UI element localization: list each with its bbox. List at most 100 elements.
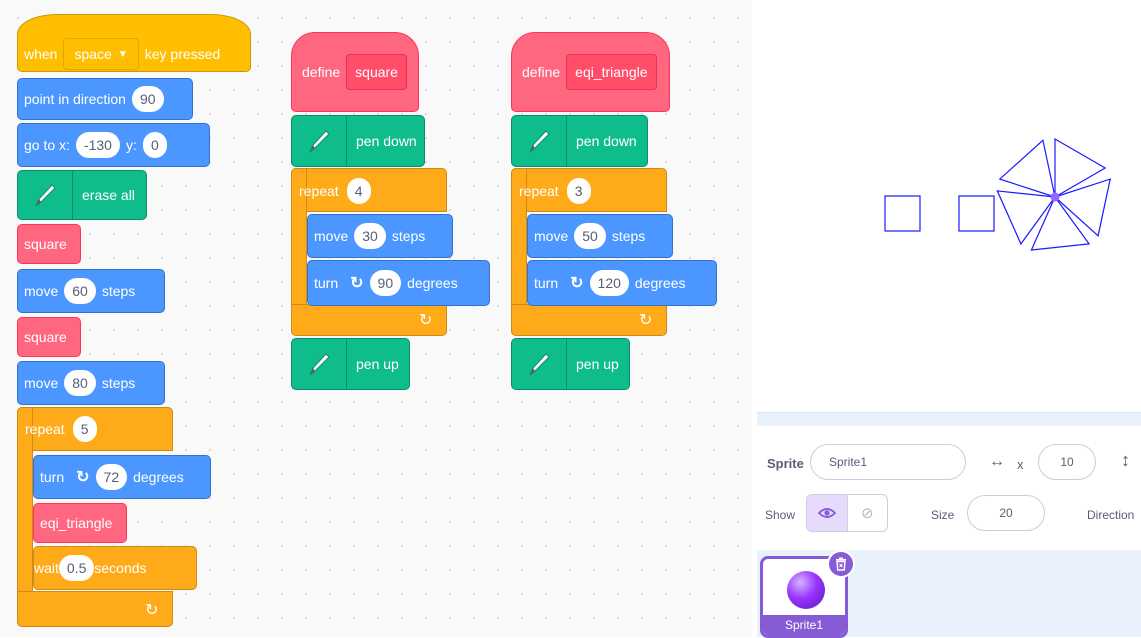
drawn-triangle [998,139,1056,198]
square-call-block-1[interactable]: square [17,224,81,264]
trash-icon [836,557,846,571]
wait-seconds-block[interactable]: wait 0.5 seconds [33,546,197,590]
key-value: space [74,46,112,62]
turn-label: turn [314,275,339,291]
show-hidden-button[interactable]: ⊘ [848,495,888,531]
x-label: x [1017,457,1024,472]
sprite-ball-icon [787,571,825,609]
point-dir-label: point in direction [24,91,126,107]
turn-degrees-input[interactable]: 120 [589,270,629,296]
turn-degrees-input[interactable]: 72 [95,464,128,490]
pen-up-label: pen up [576,356,619,372]
pen-icon [512,116,567,166]
wait-seconds-input[interactable]: 0.5 [58,555,95,581]
pen-down-label: pen down [356,133,417,149]
pen-icon [18,171,73,219]
move-steps-block-1[interactable]: move 60 steps [17,269,165,313]
move-label: move [24,283,59,299]
point-in-direction-block[interactable]: point in direction 90 [17,78,193,120]
stage-divider [757,412,1141,427]
pen-icon [512,339,567,389]
when-label: when [24,46,58,62]
loop-arrow-icon: ↻ [639,312,653,329]
sprite-list-pane: Sprite1 [757,550,1141,638]
show-visible-button[interactable] [807,495,848,531]
define-square-block[interactable]: define square [291,32,419,112]
pen-up-block-triangle[interactable]: pen up [511,338,630,390]
size-input[interactable]: 20 [967,495,1045,531]
drawn-square-1 [884,195,921,232]
code-workspace[interactable]: when space ▼ key pressed point in directi… [0,0,752,637]
go-to-xy-block[interactable]: go to x: -130 y: 0 [17,123,210,167]
x-arrows-icon: ↔ [989,453,1005,470]
eqi-triangle-name-param: eqi_triangle [566,54,657,90]
turn-degrees-input[interactable]: 90 [369,270,402,296]
sprite-name-input[interactable]: Sprite1 [810,444,966,480]
direction-input[interactable]: 90 [131,86,164,112]
when-key-pressed-block[interactable]: when space ▼ key pressed [17,14,251,72]
goto-label: go to x: [24,137,70,153]
wait-label: wait [34,560,59,576]
turn-label: turn [40,469,65,485]
pen-down-block-square[interactable]: pen down [291,115,425,167]
drawn-triangle [1030,195,1091,251]
move-steps-input[interactable]: 30 [354,223,386,249]
move-steps-block-2[interactable]: move 80 steps [17,361,165,405]
erase-all-label: erase all [82,187,135,203]
size-label: Size [931,508,955,522]
move-steps-input[interactable]: 60 [64,278,96,304]
steps-label: steps [611,228,646,244]
pen-up-block-square[interactable]: pen up [291,338,410,390]
steps-label: steps [101,375,136,391]
pen-down-block-triangle[interactable]: pen down [511,115,648,167]
degrees-label: degrees [133,469,184,485]
goto-y-input[interactable]: 0 [142,132,167,158]
move-steps-block-triangle[interactable]: move 50 steps [527,214,673,258]
repeat-label: repeat [299,183,339,199]
rotate-right-icon: ↻ [76,469,90,486]
move-steps-block-square[interactable]: move 30 steps [307,214,453,258]
loop-arrow-icon: ↻ [145,602,159,619]
turn-right-block-main[interactable]: turn ↻ 72 degrees [33,455,211,499]
x-position-input[interactable]: 10 [1038,444,1096,480]
key-pressed-label: key pressed [144,46,221,62]
repeat-count-input[interactable]: 3 [566,178,591,204]
define-label: define [302,64,341,80]
repeat-label: repeat [519,183,559,199]
sprite-on-stage [1050,192,1060,202]
square-name-param: square [346,54,407,90]
delete-sprite-button[interactable] [827,550,855,578]
repeat-count-input[interactable]: 4 [346,178,371,204]
turn-right-block-square[interactable]: turn ↻ 90 degrees [307,260,490,306]
pen-icon [292,339,347,389]
sprite-label: Sprite [767,456,804,471]
repeat-count-input[interactable]: 5 [72,416,97,442]
move-steps-input[interactable]: 50 [574,223,606,249]
x-position-value: 10 [1060,455,1074,469]
sprite-info-panel: Sprite Sprite1 ↔ x 10 ↕ Show ⊘ Size 20 D… [757,426,1141,550]
key-dropdown[interactable]: space ▼ [63,38,139,70]
move-label: move [314,228,349,244]
move-label: move [534,228,569,244]
steps-label: steps [391,228,426,244]
pen-icon [292,116,347,166]
sprite-thumbnail-label-bar: Sprite1 [763,615,845,635]
stage[interactable] [757,0,1141,412]
erase-all-block[interactable]: erase all [17,170,147,220]
direction-label: Direction [1087,508,1135,522]
move-steps-input[interactable]: 80 [64,370,96,396]
eqi-triangle-call-block[interactable]: eqi_triangle [33,503,127,543]
hidden-eye-icon: ⊘ [860,505,874,522]
sprite-name-value: Sprite1 [829,455,868,469]
square-call-block-2[interactable]: square [17,317,81,357]
goto-x-input[interactable]: -130 [75,132,120,158]
eqi-triangle-call-label: eqi_triangle [40,515,113,531]
dropdown-caret-icon: ▼ [117,48,128,60]
turn-right-block-triangle[interactable]: turn ↻ 120 degrees [527,260,717,306]
y-arrows-icon: ↕ [1121,450,1130,470]
define-eqi-triangle-block[interactable]: define eqi_triangle [511,32,670,112]
drawn-square-2 [958,195,995,232]
sprite-thumbnail-name: Sprite1 [784,618,824,632]
degrees-label: degrees [407,275,458,291]
show-toggle: ⊘ [806,494,888,532]
